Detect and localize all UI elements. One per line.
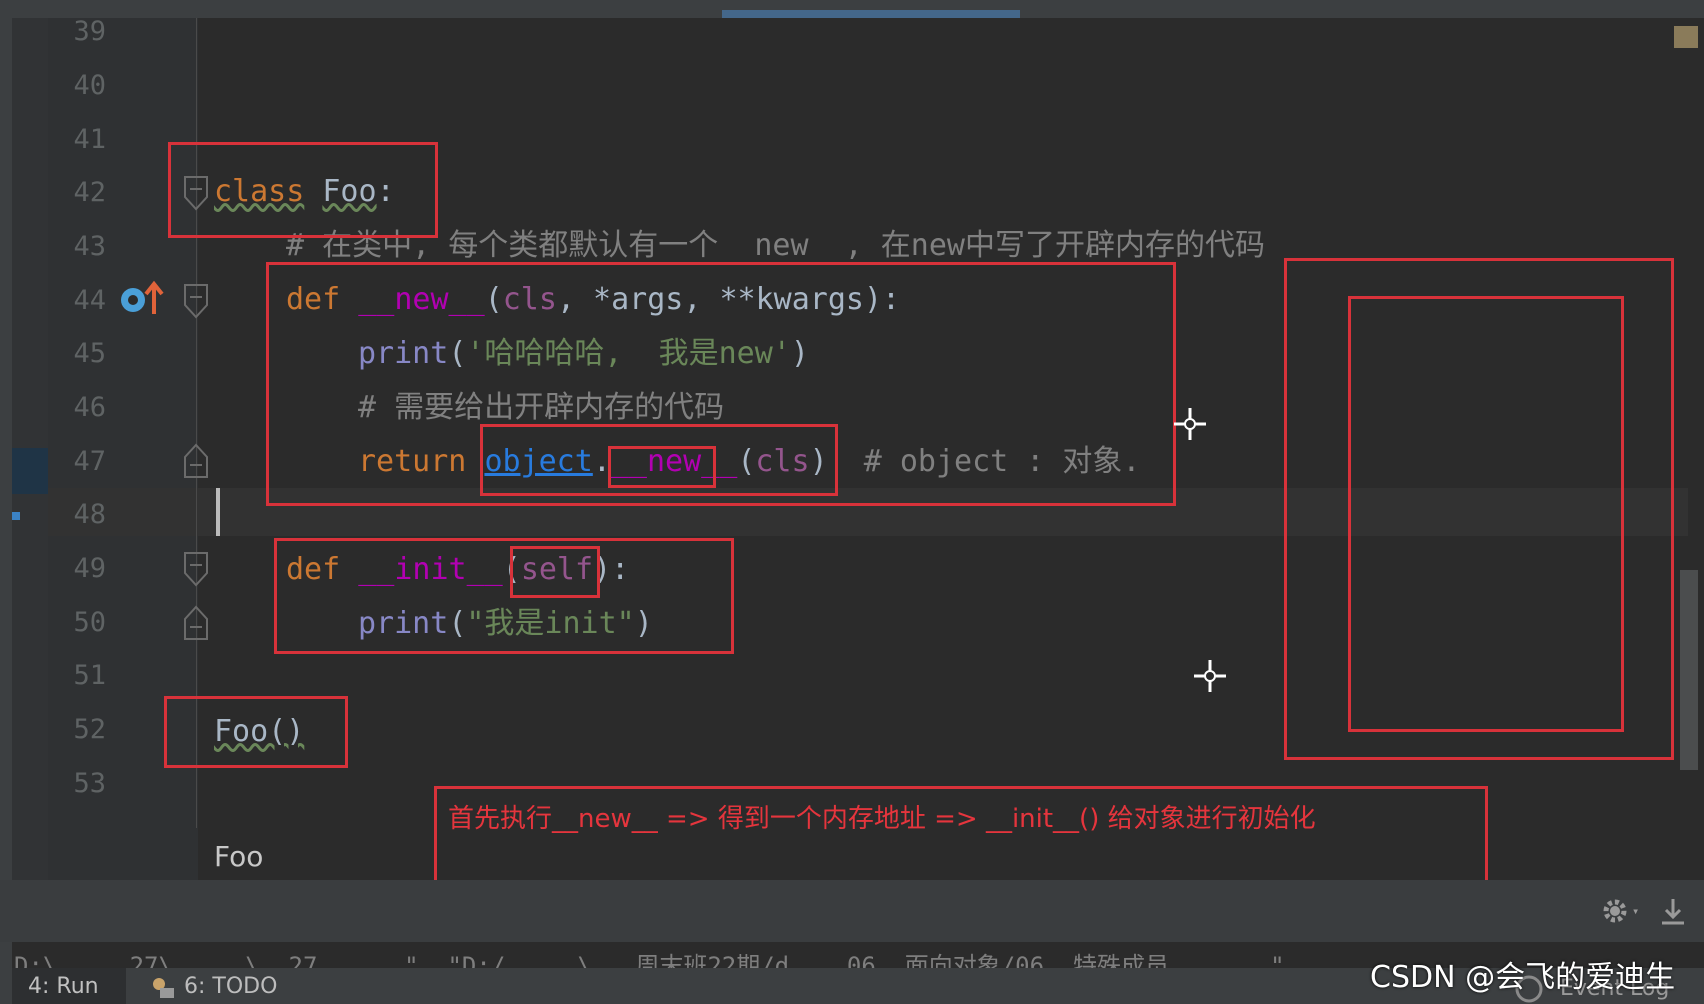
line-number: 52 — [73, 714, 106, 745]
line-number: 42 — [73, 177, 106, 208]
line-number: 47 — [73, 446, 106, 477]
line-change-marker — [12, 448, 48, 494]
fold-end-marker-icon[interactable] — [182, 603, 210, 643]
active-tab-indicator — [722, 10, 1020, 18]
line-number: 39 — [73, 16, 106, 47]
annotation-box-new-call — [608, 446, 716, 488]
line-number: 43 — [73, 231, 106, 262]
line-number: 51 — [73, 660, 106, 691]
override-method-icon[interactable] — [118, 280, 164, 316]
fold-end-marker-icon[interactable] — [182, 441, 210, 481]
line-number: 41 — [73, 124, 106, 155]
text-caret — [216, 488, 220, 536]
watermark: CSDN @会飞的爱迪生 — [1370, 960, 1676, 995]
line-number: 44 — [73, 285, 106, 316]
annotation-box-init-method — [274, 538, 734, 654]
scroll-marker — [1674, 26, 1698, 48]
annotation-box-self — [510, 546, 600, 598]
fold-marker-icon[interactable] — [182, 281, 210, 321]
annotation-note-text: 首先执行__new__ => 得到一个内存地址 => __init__() 给对… — [448, 804, 1316, 834]
annotation-box-inner-rect — [1348, 296, 1624, 732]
line-number: 45 — [73, 338, 106, 369]
crosshair-cursor-icon — [1174, 408, 1206, 440]
vertical-scrollbar[interactable] — [1680, 570, 1698, 770]
todo-tab-label[interactable]: 6: TODO — [184, 974, 277, 999]
fold-marker-icon[interactable] — [182, 549, 210, 589]
download-icon[interactable] — [1658, 896, 1688, 926]
gear-dropdown-caret-icon[interactable]: ▾ — [1632, 904, 1639, 918]
run-tab-label[interactable]: 4: Run — [28, 974, 99, 999]
line-number: 40 — [73, 70, 106, 101]
tool-window-toolbar — [0, 880, 1704, 942]
line-number: 53 — [73, 768, 106, 799]
annotation-box-foo-call — [164, 696, 348, 768]
gear-icon[interactable] — [1600, 896, 1630, 926]
run-output-text: Foo — [214, 840, 264, 873]
todo-icon[interactable] — [150, 976, 176, 1000]
crosshair-cursor-icon — [1194, 660, 1226, 692]
line-number: 48 — [73, 499, 106, 530]
editor-tab-strip[interactable] — [0, 0, 1704, 18]
left-tool-edge — [0, 0, 12, 1004]
left-edge-dot — [12, 512, 20, 520]
line-number: 49 — [73, 553, 106, 584]
line-number: 50 — [73, 607, 106, 638]
line-number: 46 — [73, 392, 106, 423]
annotation-box-class — [168, 142, 438, 238]
